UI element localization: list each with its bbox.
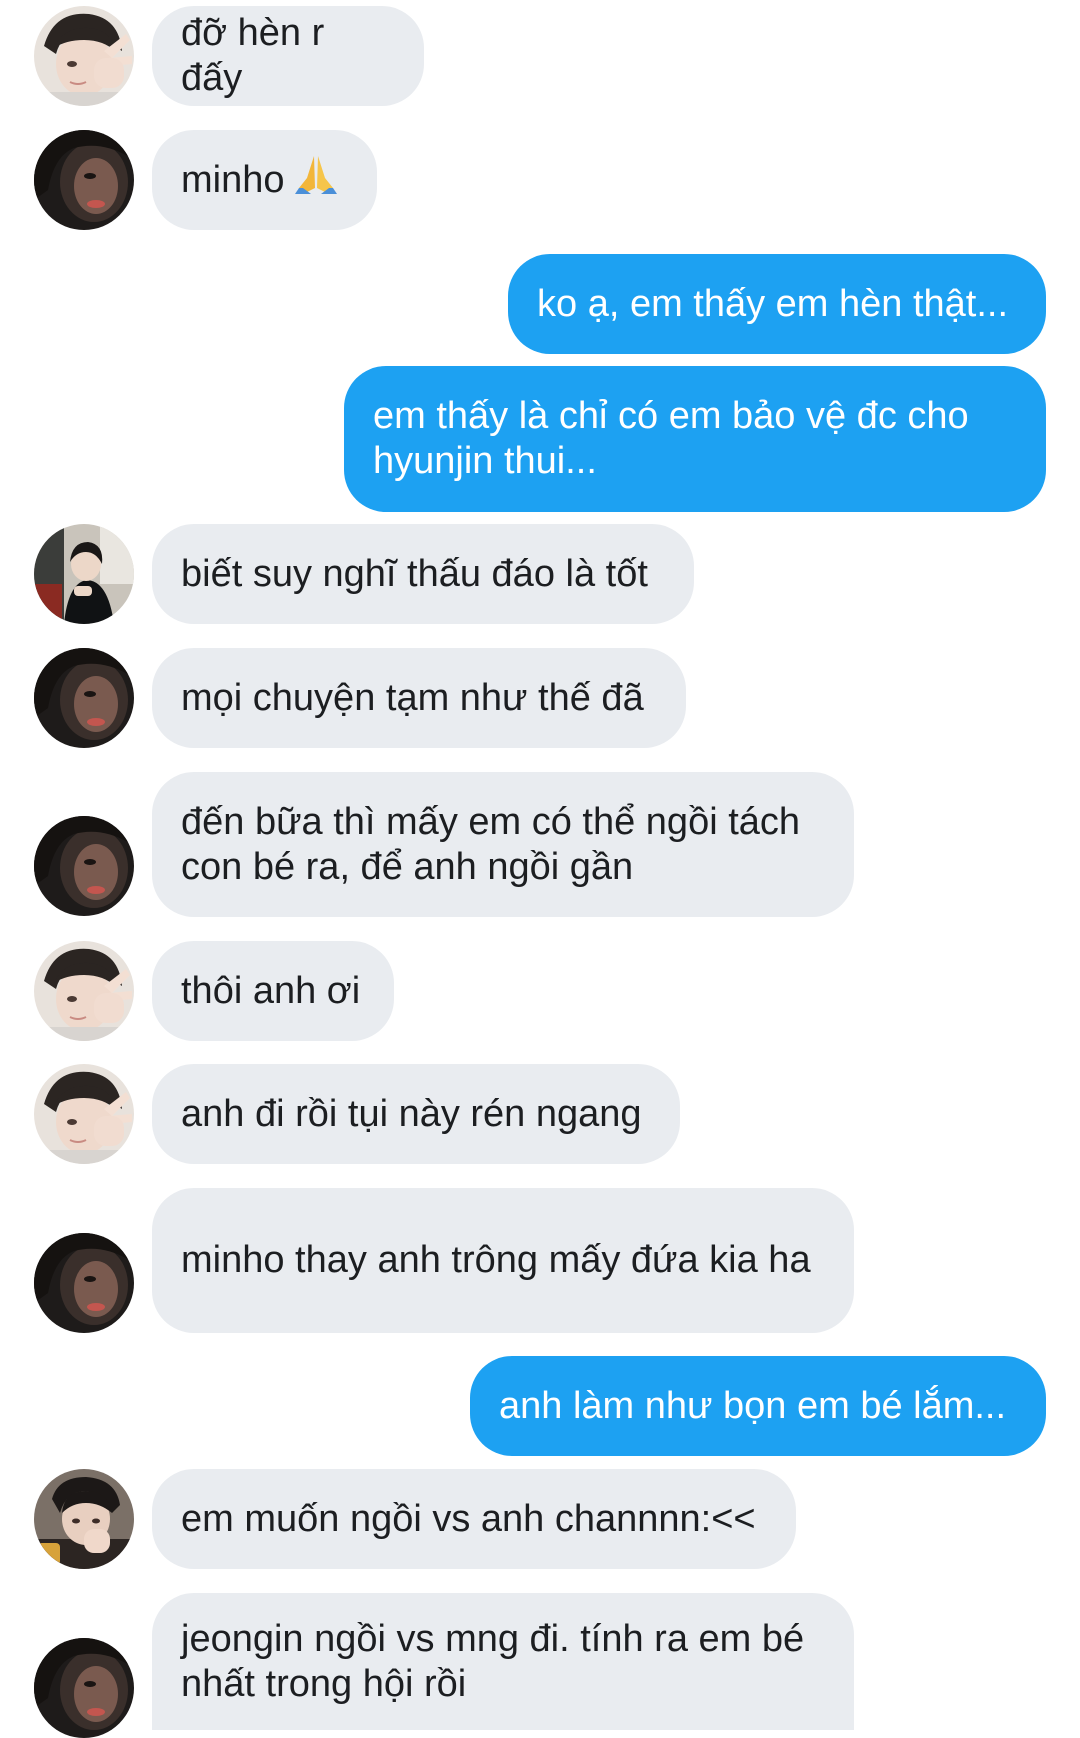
avatar-b-image	[34, 1233, 134, 1333]
incoming-message-bubble[interactable]: đến bữa thì mấy em có thể ngồi tách con …	[152, 772, 854, 917]
outgoing-message-bubble[interactable]: ko ạ, em thấy em hèn thật...	[508, 254, 1046, 354]
message-thread[interactable]: đỡ hèn r đấy minho ko ạ, em thấy em hèn …	[0, 0, 1080, 1730]
message-text: mọi chuyện tạm như thế đã	[181, 676, 644, 719]
avatar-b-image	[34, 816, 134, 916]
avatar-c-image	[34, 524, 134, 624]
avatar-a-image	[34, 941, 134, 1041]
message-text: biết suy nghĩ thấu đáo là tốt	[181, 552, 648, 595]
avatar[interactable]	[34, 130, 134, 230]
avatar[interactable]	[34, 524, 134, 624]
outgoing-message-bubble[interactable]: anh làm như bọn em bé lắm...	[470, 1356, 1046, 1456]
message-text: em thấy là chỉ có em bảo vệ đc cho hyunj…	[373, 395, 969, 482]
outgoing-message-bubble[interactable]: em thấy là chỉ có em bảo vệ đc cho hyunj…	[344, 366, 1046, 512]
message-text: anh làm như bọn em bé lắm...	[499, 1384, 1007, 1427]
avatar[interactable]	[34, 816, 134, 916]
message-text: đến bữa thì mấy em có thể ngồi tách con …	[181, 800, 801, 888]
avatar-d-image	[34, 1469, 134, 1569]
message-text: anh đi rồi tụi này rén ngang	[181, 1092, 642, 1135]
avatar-b-image	[34, 130, 134, 230]
avatar[interactable]	[34, 1233, 134, 1333]
message-text: minho	[181, 158, 285, 201]
avatar[interactable]	[34, 6, 134, 106]
avatar[interactable]	[34, 1638, 134, 1738]
message-text: jeongin ngồi vs mng đi. tính ra em bé nh…	[181, 1617, 805, 1705]
message-text: em muốn ngồi vs anh channnn:<<	[181, 1497, 756, 1540]
message-text: ko ạ, em thấy em hèn thật...	[537, 282, 1009, 325]
avatar-b-image	[34, 1638, 134, 1738]
avatar-a-image	[34, 1064, 134, 1164]
message-text: đỡ hèn r đấy	[181, 12, 325, 99]
avatar-b-image	[34, 648, 134, 748]
incoming-message-bubble[interactable]: thôi anh ơi	[152, 941, 394, 1041]
avatar[interactable]	[34, 1469, 134, 1569]
incoming-message-bubble[interactable]: em muốn ngồi vs anh channnn:<<	[152, 1469, 796, 1569]
avatar[interactable]	[34, 1064, 134, 1164]
message-text: thôi anh ơi	[181, 969, 361, 1012]
incoming-message-bubble[interactable]: mọi chuyện tạm như thế đã	[152, 648, 686, 748]
folded-hands-icon	[293, 154, 339, 207]
avatar-a-image	[34, 6, 134, 106]
message-text: minho thay anh trông mấy đứa kia ha	[181, 1239, 811, 1281]
incoming-message-bubble[interactable]: minho	[152, 130, 377, 230]
avatar[interactable]	[34, 648, 134, 748]
incoming-message-bubble[interactable]: biết suy nghĩ thấu đáo là tốt	[152, 524, 694, 624]
incoming-message-bubble[interactable]: anh đi rồi tụi này rén ngang	[152, 1064, 680, 1164]
incoming-message-bubble[interactable]: minho thay anh trông mấy đứa kia ha	[152, 1188, 854, 1333]
incoming-message-bubble[interactable]: đỡ hèn r đấy	[152, 6, 424, 106]
avatar[interactable]	[34, 941, 134, 1041]
incoming-message-bubble[interactable]: jeongin ngồi vs mng đi. tính ra em bé nh…	[152, 1593, 854, 1730]
